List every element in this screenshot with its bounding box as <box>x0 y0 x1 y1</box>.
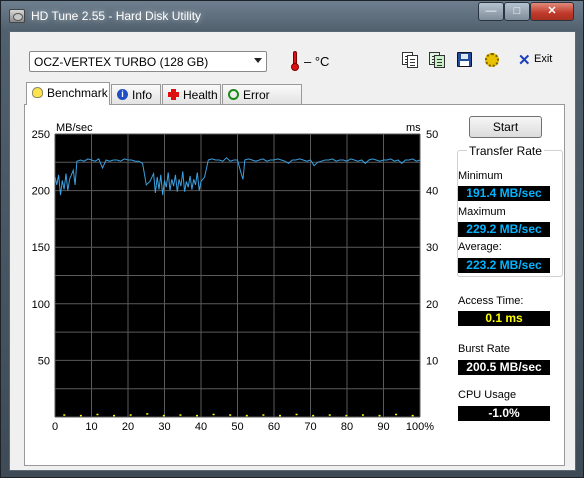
y-tick-label: 200 <box>32 186 50 198</box>
access-time-point <box>262 414 265 416</box>
y2-tick-label: 50 <box>426 129 438 141</box>
access-time-point <box>278 414 281 417</box>
x-tick-label: 100% <box>406 421 434 433</box>
x-tick-label: 40 <box>195 421 207 433</box>
transfer-rate-title: Transfer Rate <box>467 144 544 158</box>
y-axis-ticks: 250 200 150 100 50 <box>32 129 50 367</box>
x-tick-label: 90 <box>377 421 389 433</box>
access-time-point <box>395 413 398 416</box>
minimum-value: 191.4 MB/sec <box>458 186 550 201</box>
maximum-value: 229.2 MB/sec <box>458 222 550 237</box>
x-tick-label: 20 <box>122 421 134 433</box>
start-button[interactable]: Start <box>469 116 542 138</box>
access-time-point <box>295 413 298 416</box>
access-time-point <box>328 414 331 416</box>
minimum-label: Minimum <box>458 170 503 182</box>
y2-axis-label: ms <box>406 122 421 134</box>
hd-tune-app-icon <box>9 9 25 23</box>
access-time-point <box>196 414 199 417</box>
access-time-point <box>361 414 364 416</box>
access-time-point <box>212 413 215 416</box>
tab-benchmark-label: Benchmark <box>47 86 108 100</box>
x-tick-label: 50 <box>231 421 243 433</box>
average-label: Average: <box>458 241 502 253</box>
x-tick-label: 30 <box>158 421 170 433</box>
access-time-point <box>79 414 82 417</box>
access-time-point <box>179 414 182 416</box>
minimize-button[interactable]: — <box>478 2 504 21</box>
access-time-point <box>229 414 232 416</box>
y-tick-label: 50 <box>38 355 50 367</box>
access-time-point <box>63 414 66 416</box>
y2-tick-label: 40 <box>426 186 438 198</box>
access-time-point <box>129 414 132 416</box>
burst-rate-label: Burst Rate <box>458 343 510 355</box>
cpu-usage-value: -1.0% <box>458 406 550 421</box>
access-time-point <box>245 414 248 417</box>
access-time-point <box>146 413 149 415</box>
y-tick-label: 250 <box>32 129 50 141</box>
y2-tick-label: 30 <box>426 242 438 254</box>
y-tick-label: 100 <box>32 299 50 311</box>
maximum-label: Maximum <box>458 206 506 218</box>
access-time-point <box>96 413 99 416</box>
x-tick-label: 80 <box>341 421 353 433</box>
x-tick-label: 70 <box>304 421 316 433</box>
window-title: HD Tune 2.55 - Hard Disk Utility <box>31 9 202 23</box>
x-axis-ticks: 0 10 20 30 40 50 60 70 80 90 100% <box>52 421 434 433</box>
x-tick-label: 10 <box>85 421 97 433</box>
access-time-point <box>312 414 315 417</box>
tab-benchmark[interactable]: Benchmark <box>26 82 110 105</box>
access-time-point <box>411 414 414 417</box>
cpu-usage-label: CPU Usage <box>458 389 517 401</box>
burst-rate-value: 200.5 MB/sec <box>458 360 550 375</box>
access-time-point <box>162 414 165 417</box>
client-area: OCZ-VERTEX TURBO (128 GB) – °C ✕ Exit Be… <box>9 31 576 471</box>
maximize-button[interactable]: □ <box>504 2 530 21</box>
y-tick-label: 150 <box>32 242 50 254</box>
access-time-label: Access Time: <box>458 295 524 307</box>
lightbulb-icon <box>32 87 43 98</box>
x-tick-label: 60 <box>268 421 280 433</box>
access-time-point <box>113 414 116 417</box>
close-button[interactable]: ✕ <box>530 2 574 21</box>
y2-tick-label: 10 <box>426 355 438 367</box>
y2-axis-ticks: 50 40 30 20 10 <box>426 129 438 367</box>
access-time-point <box>378 414 381 417</box>
app-window: HD Tune 2.55 - Hard Disk Utility — □ ✕ O… <box>0 0 584 478</box>
y2-tick-label: 20 <box>426 299 438 311</box>
x-tick-label: 0 <box>52 421 58 433</box>
y-axis-label: MB/sec <box>56 122 93 134</box>
access-time-value: 0.1 ms <box>458 311 550 326</box>
average-value: 223.2 MB/sec <box>458 258 550 273</box>
access-time-point <box>345 414 348 417</box>
